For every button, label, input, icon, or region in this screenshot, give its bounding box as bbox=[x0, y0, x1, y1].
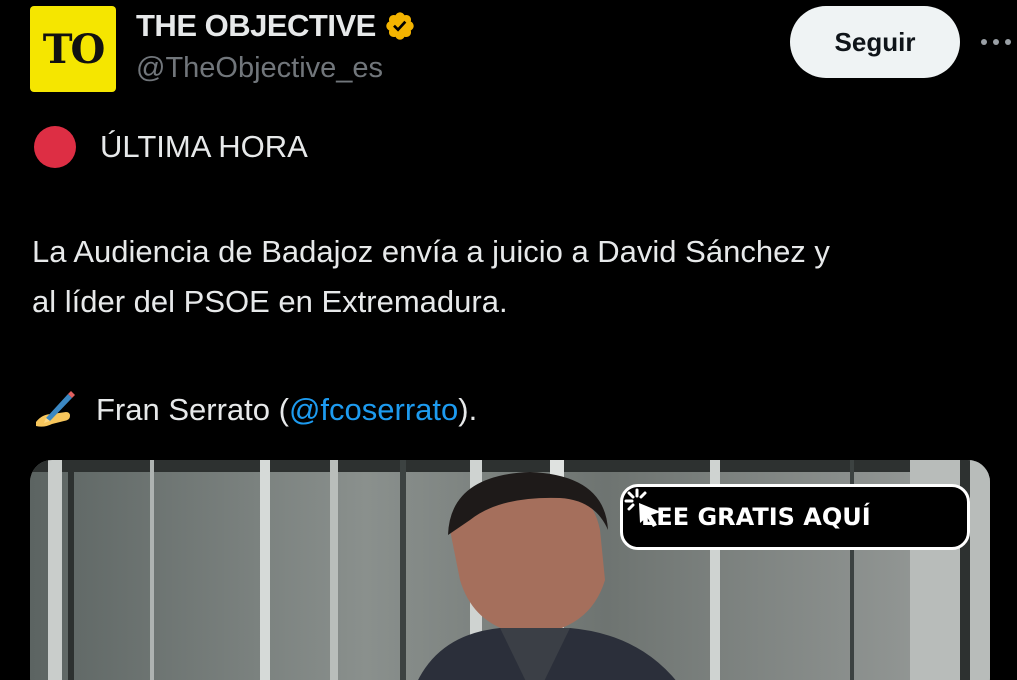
tweet-text-line-2: al líder del PSOE en Extremadura. bbox=[32, 284, 508, 319]
read-free-label: LEE GRATIS AQUÍ bbox=[641, 503, 871, 531]
red-circle-icon bbox=[34, 126, 76, 168]
avatar[interactable]: TO bbox=[30, 6, 116, 92]
account-handle[interactable]: @TheObjective_es bbox=[136, 52, 383, 85]
writing-hand-icon bbox=[36, 391, 75, 427]
breaking-label: ÚLTIMA HORA bbox=[100, 128, 308, 164]
more-options-button[interactable] bbox=[978, 24, 1014, 60]
author-credit-line: Fran Serrato ( @fcoserrato ). bbox=[32, 388, 477, 432]
tweet-media-image[interactable]: LEE GRATIS AQUÍ bbox=[30, 460, 990, 680]
cursor-click-icon bbox=[624, 488, 661, 527]
author-name-row: THE OBJECTIVE bbox=[136, 8, 416, 44]
author-mention-link[interactable]: @fcoserrato bbox=[289, 390, 458, 430]
tweet-text-line-1: La Audiencia de Badajoz envía a juicio a… bbox=[32, 234, 830, 269]
follow-button[interactable]: Seguir bbox=[790, 6, 960, 78]
avatar-logo-text: TO bbox=[42, 25, 106, 73]
more-dots-icon bbox=[981, 39, 1011, 45]
breaking-news-line: ÚLTIMA HORA bbox=[32, 126, 308, 168]
display-name[interactable]: THE OBJECTIVE bbox=[136, 8, 376, 44]
verified-badge-icon bbox=[386, 12, 414, 40]
tweet-card: TO THE OBJECTIVE @TheObjective_es Seguir… bbox=[0, 0, 1017, 680]
author-prefix: Fran Serrato ( bbox=[96, 391, 289, 427]
author-suffix: ). bbox=[458, 391, 478, 427]
read-free-button[interactable]: LEE GRATIS AQUÍ bbox=[620, 484, 970, 550]
